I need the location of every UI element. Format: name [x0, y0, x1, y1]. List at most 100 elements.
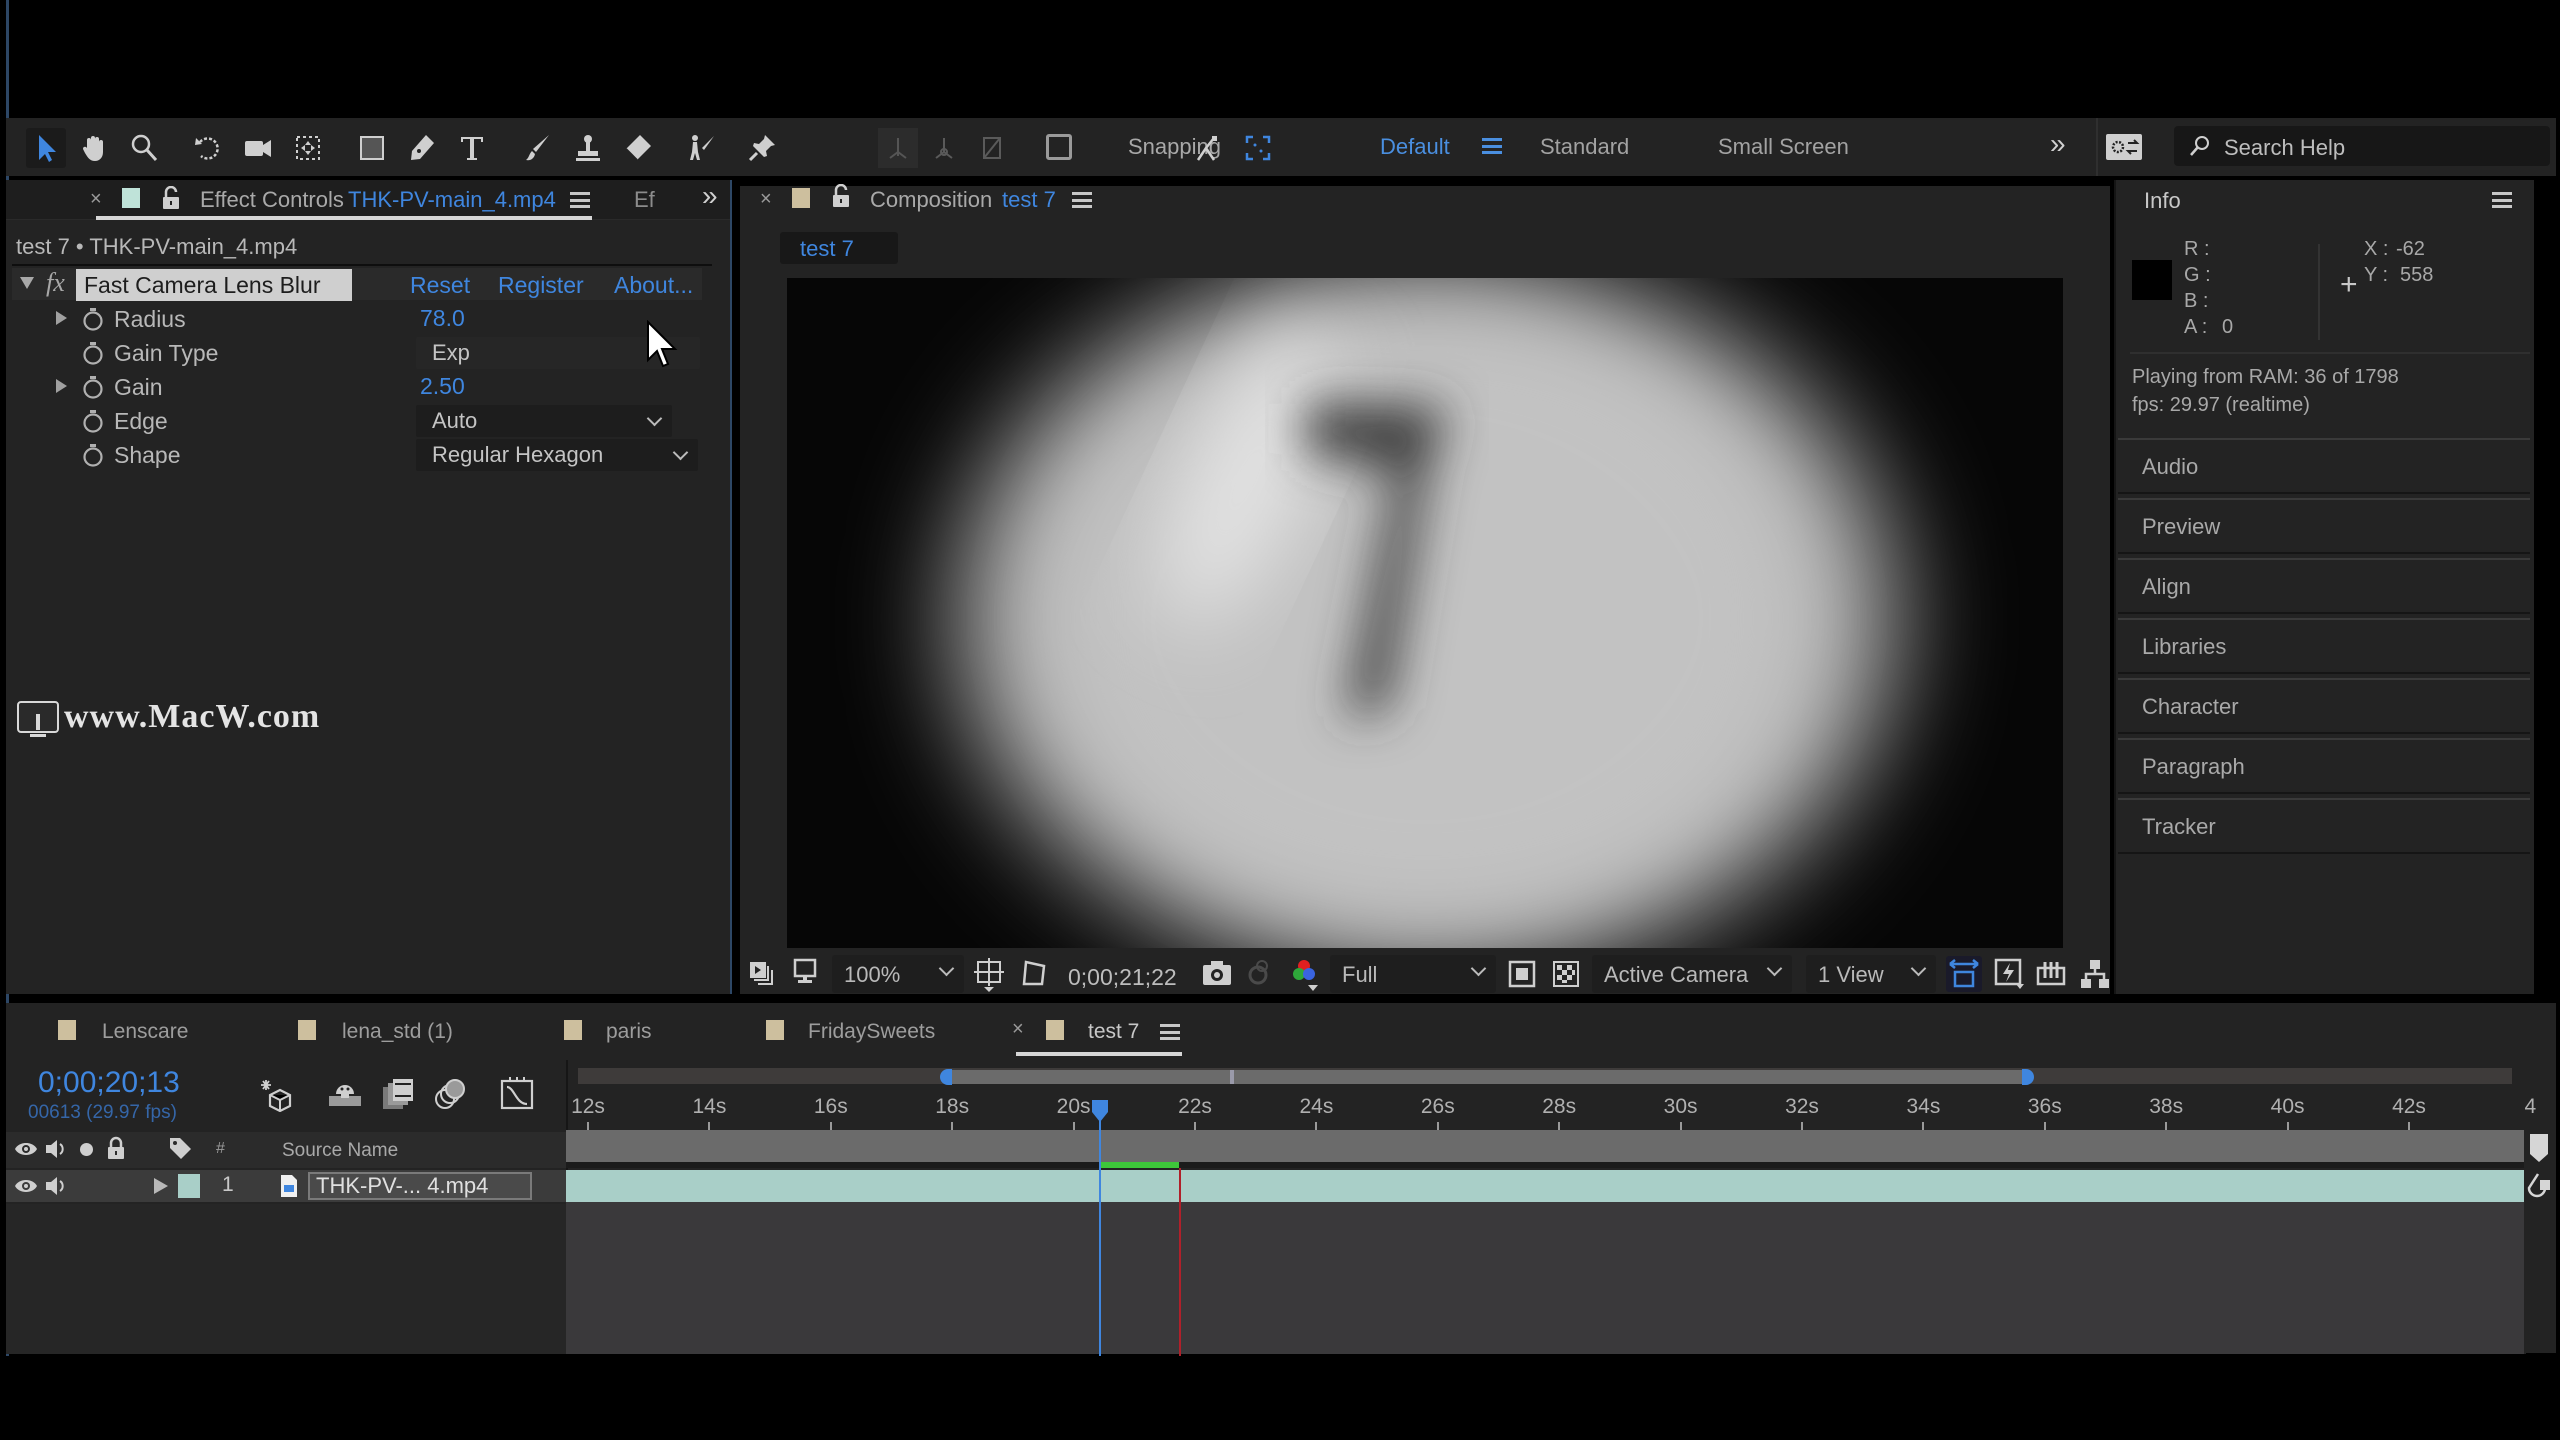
transparency-grid-icon[interactable] [1552, 960, 1580, 988]
reset-link[interactable]: Reset [410, 272, 470, 299]
audio-panel-header[interactable]: Audio [2118, 438, 2530, 494]
frame-blending-icon[interactable] [382, 1078, 414, 1110]
twirl-closed-icon[interactable] [56, 311, 67, 325]
lock-icon[interactable] [106, 1136, 126, 1160]
world-axis-mode[interactable] [924, 128, 964, 168]
paragraph-panel-header[interactable]: Paragraph [2118, 738, 2530, 794]
time-navigator-range[interactable] [950, 1070, 2023, 1084]
layer-duration-bar[interactable] [566, 1170, 2524, 1202]
snapshot-camera-icon[interactable] [1202, 960, 1232, 986]
motion-blur-icon[interactable] [434, 1078, 466, 1110]
about-link[interactable]: About... [614, 272, 693, 299]
effect-name[interactable]: Fast Camera Lens Blur [84, 272, 320, 299]
workspace-menu-icon[interactable] [1482, 138, 1502, 154]
view-layout-dropdown[interactable]: 1 View [1806, 955, 1936, 993]
layer-source-name[interactable]: THK-PV-... 4.mp4 [316, 1173, 488, 1199]
draft-3d-icon[interactable] [260, 1078, 294, 1112]
stopwatch-icon[interactable] [82, 307, 104, 331]
tab-overflow-icon[interactable]: » [702, 180, 718, 212]
speaker-icon[interactable] [44, 1138, 68, 1160]
clone-stamp-tool[interactable] [568, 128, 608, 168]
hand-tool[interactable] [74, 128, 114, 168]
close-tab-icon[interactable]: × [1012, 1018, 1024, 1041]
brush-tool[interactable] [518, 128, 558, 168]
source-name-column[interactable]: Source Name [282, 1140, 398, 1162]
radius-value[interactable]: 78.0 [420, 305, 465, 332]
timeline-panel-icon[interactable] [2036, 958, 2066, 988]
graph-editor-icon[interactable] [500, 1076, 534, 1110]
workspace-standard[interactable]: Standard [1540, 134, 1629, 160]
mask-visibility-icon[interactable] [1018, 958, 1048, 988]
region-of-interest-icon[interactable] [1508, 960, 1536, 988]
character-panel-header[interactable]: Character [2118, 678, 2530, 734]
current-time-indicator-line[interactable] [1099, 1112, 1102, 1356]
panel-menu-icon[interactable] [570, 192, 590, 208]
align-panel-header[interactable]: Align [2118, 558, 2530, 614]
work-area-bar[interactable] [566, 1130, 2524, 1162]
search-help-input[interactable]: Search Help [2174, 126, 2550, 166]
stopwatch-icon[interactable] [82, 375, 104, 399]
camera-view-dropdown[interactable]: Active Camera [1592, 955, 1792, 993]
effect-controls-tab-layer[interactable]: THK-PV-main_4.mp4 [348, 187, 556, 213]
timeline-tab-fridaysweets[interactable]: FridaySweets [808, 1020, 935, 1044]
composition-tab-title[interactable]: Composition [870, 187, 992, 213]
shy-layers-icon[interactable] [328, 1078, 362, 1108]
layer-label-color[interactable] [178, 1174, 200, 1198]
selection-tool[interactable] [26, 128, 66, 168]
workspace-default[interactable]: Default [1380, 134, 1450, 160]
composition-tab-name[interactable]: test 7 [1002, 187, 1056, 213]
eye-icon[interactable] [14, 1140, 38, 1158]
snap-options[interactable] [1188, 128, 1228, 168]
close-tab-icon[interactable]: × [760, 188, 772, 211]
monitor-icon[interactable] [792, 958, 818, 986]
comp-marker-bin-icon[interactable] [2526, 1172, 2552, 1200]
edge-dropdown[interactable]: Auto [416, 405, 672, 437]
navigator-start-handle[interactable] [940, 1069, 953, 1085]
libraries-panel-header[interactable]: Libraries [2118, 618, 2530, 674]
rotation-tool[interactable] [188, 128, 228, 168]
roto-brush-tool[interactable] [682, 128, 722, 168]
timeline-tab-paris[interactable]: paris [606, 1020, 652, 1044]
camera-tool[interactable] [238, 128, 278, 168]
channel-rgb-icon[interactable] [1290, 958, 1318, 992]
layer-visibility-eye-icon[interactable] [14, 1177, 38, 1195]
type-tool[interactable] [452, 128, 492, 168]
register-link[interactable]: Register [498, 272, 584, 299]
panel-menu-icon[interactable] [1160, 1024, 1180, 1040]
magnification-dropdown[interactable]: 100% [832, 955, 964, 993]
layer-audio-icon[interactable] [44, 1175, 68, 1197]
current-time-indicator-head[interactable] [1092, 1100, 1109, 1122]
workspace-overflow-icon[interactable]: » [2050, 128, 2066, 160]
pan-behind-tool[interactable] [288, 128, 328, 168]
panel-menu-icon[interactable] [1072, 192, 1092, 208]
resolution-dropdown[interactable]: Full [1330, 955, 1496, 993]
eraser-tool[interactable] [618, 128, 658, 168]
effects-presets-tab[interactable]: Ef [634, 187, 655, 213]
solo-icon[interactable] [80, 1143, 93, 1156]
composition-frame[interactable] [787, 278, 2063, 948]
stopwatch-icon[interactable] [82, 341, 104, 365]
stopwatch-icon[interactable] [82, 443, 104, 467]
show-snapshot-icon[interactable] [1246, 958, 1272, 986]
view-axis-mode[interactable] [972, 128, 1012, 168]
work-area-end-icon[interactable] [2528, 1132, 2550, 1164]
panel-menu-icon[interactable] [2492, 192, 2512, 208]
workspace-sync-icon[interactable] [2106, 134, 2142, 160]
viewer-current-time[interactable]: 0;00;21;22 [1068, 964, 1177, 991]
effect-twirl-open-icon[interactable] [20, 277, 34, 289]
label-tag-icon[interactable] [168, 1136, 192, 1160]
unlock-icon[interactable] [162, 186, 180, 210]
fast-previews-icon[interactable] [1994, 958, 2024, 990]
gain-value[interactable]: 2.50 [420, 373, 465, 400]
twirl-closed-icon[interactable] [56, 379, 67, 393]
always-preview-icon[interactable] [748, 960, 774, 986]
snapping-checkbox[interactable] [1046, 134, 1072, 160]
stopwatch-icon[interactable] [82, 409, 104, 433]
pen-tool[interactable] [402, 128, 442, 168]
puppet-pin-tool[interactable] [742, 128, 782, 168]
fx-toggle-icon[interactable]: fx [46, 268, 65, 298]
snap-to-edges[interactable] [1238, 128, 1278, 168]
grid-guides-icon[interactable] [974, 958, 1004, 992]
layer-twirl-icon[interactable] [154, 1178, 168, 1194]
rectangle-tool[interactable] [352, 128, 392, 168]
